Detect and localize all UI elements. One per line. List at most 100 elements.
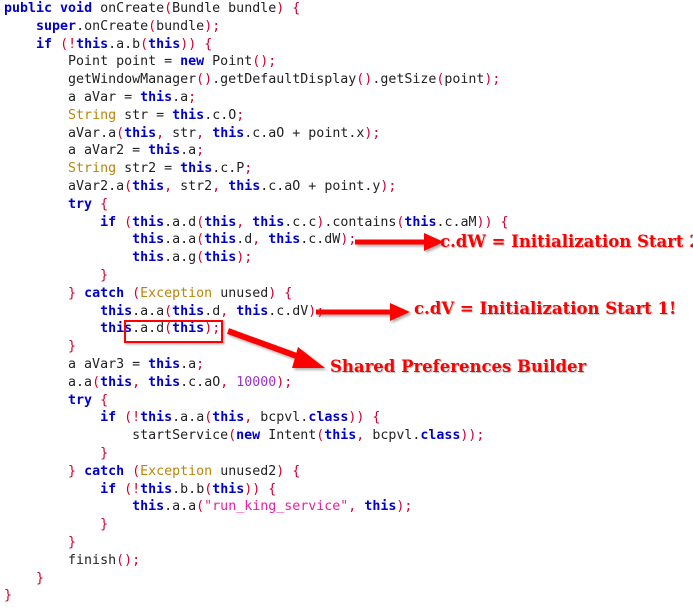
code-line: try {: [0, 392, 693, 410]
code-token: .a.a: [132, 303, 165, 319]
code-token: ): [484, 214, 493, 230]
code-token: startService: [4, 428, 229, 444]
code-token: .a.d: [164, 214, 197, 230]
code-token: !: [132, 481, 141, 497]
code-token: 10000: [236, 374, 277, 390]
code-token: {: [204, 36, 213, 52]
code-token: (: [140, 36, 149, 52]
code-token: ): [204, 72, 213, 88]
code-token: .a.a: [164, 499, 197, 515]
code-token: .c.aO: [260, 178, 309, 194]
code-token: {: [100, 392, 109, 408]
code-token: unused: [212, 285, 269, 301]
code-token: =: [164, 161, 173, 177]
code-token: a aVar: [4, 89, 125, 105]
code-token: (: [196, 250, 205, 266]
code-token: this: [268, 232, 301, 248]
code-token: this: [100, 374, 133, 390]
code-line: public void onCreate(Bundle bundle) {: [0, 0, 693, 18]
code-token: a aVar3: [4, 356, 133, 372]
code-line: super.onCreate(bundle);: [0, 18, 693, 36]
code-token: aVar.a: [4, 125, 117, 141]
code-token: .contains: [324, 214, 397, 230]
code-token: {: [292, 463, 301, 479]
code-token: }: [68, 534, 77, 550]
code-token: str2: [116, 161, 165, 177]
code-token: }: [4, 588, 13, 604]
code-token: ;: [132, 552, 141, 568]
code-token: ;: [404, 499, 413, 515]
code-token: ;: [188, 89, 197, 105]
code-line: if (!this.a.b(this)) {: [0, 36, 693, 54]
code-token: this: [76, 36, 109, 52]
code-token: }: [68, 463, 77, 479]
code-token: {: [372, 410, 381, 426]
code-token: Point point: [4, 54, 165, 70]
code-token: this: [148, 143, 181, 159]
code-line: }: [0, 267, 693, 285]
code-token: ;: [348, 232, 357, 248]
code-token: .c.c: [284, 214, 317, 230]
code-token: class: [420, 428, 461, 444]
code-token: this: [148, 356, 181, 372]
code-line: } catch (Exception unused2) {: [0, 463, 693, 481]
code-token: (: [196, 72, 205, 88]
code-line: }: [0, 516, 693, 534]
code-token: Point: [204, 54, 253, 70]
code-token: ;: [212, 18, 221, 34]
code-token: (: [228, 428, 237, 444]
code-token: ): [204, 321, 213, 337]
code-token: str: [164, 125, 197, 141]
code-token: ;: [492, 72, 501, 88]
code-token: unused2: [212, 463, 277, 479]
code-token: =: [132, 143, 141, 159]
code-token: this: [132, 499, 165, 515]
code-line: try {: [0, 196, 693, 214]
code-token: bundle: [156, 18, 205, 34]
code-token: this: [324, 428, 357, 444]
code-line: this.a.a("run_king_service", this);: [0, 498, 693, 516]
code-line: a aVar3 = this.a;: [0, 356, 693, 374]
code-token: }: [68, 285, 77, 301]
code-token: {: [284, 285, 293, 301]
code-token: this: [204, 232, 237, 248]
code-token: onCreate: [100, 1, 165, 16]
code-token: if: [36, 36, 53, 52]
code-token: =: [156, 107, 165, 123]
code-token: ,: [132, 374, 141, 390]
code-token: String: [68, 161, 117, 177]
code-line: }: [0, 570, 693, 588]
code-token: point.y: [316, 178, 381, 194]
code-token: str: [116, 107, 157, 123]
code-token: (: [92, 374, 101, 390]
code-line: String str = this.c.O;: [0, 107, 693, 125]
code-line: }: [0, 445, 693, 463]
code-token: this: [140, 481, 173, 497]
code-token: .c.O: [204, 107, 237, 123]
code-token: new: [180, 54, 205, 70]
code-line: Point point = new Point();: [0, 53, 693, 71]
code-token: (: [196, 214, 205, 230]
code-token: }: [100, 517, 109, 533]
code-token: Exception: [140, 463, 213, 479]
code-token: (: [116, 552, 125, 568]
